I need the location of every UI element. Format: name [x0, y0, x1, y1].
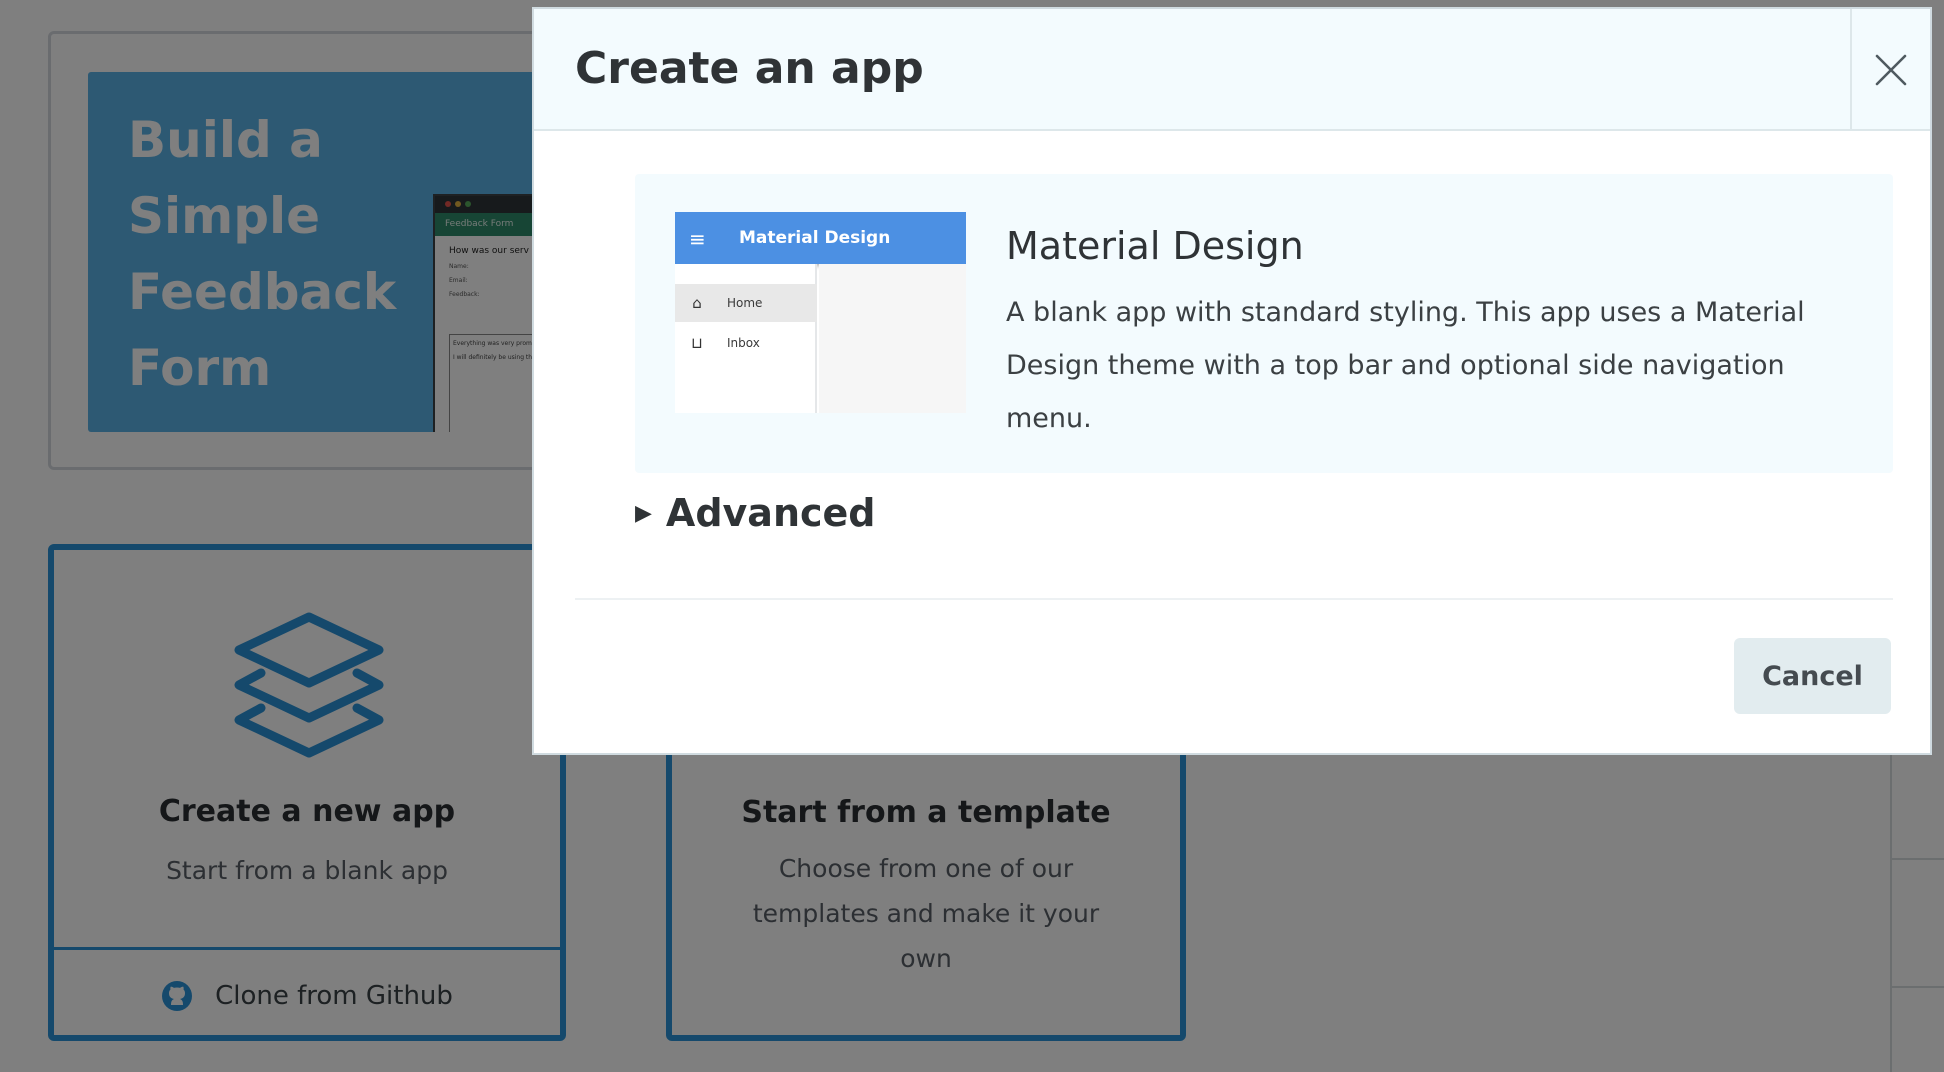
- thumbnail-nav-item: ⌂ Home: [675, 284, 817, 322]
- advanced-toggle[interactable]: ▶ Advanced: [635, 491, 876, 535]
- dialog-title: Create an app: [575, 43, 924, 94]
- cancel-button[interactable]: Cancel: [1734, 638, 1891, 714]
- thumbnail-nav-item: ⊔ Inbox: [675, 324, 817, 362]
- thumbnail-nav-label: Inbox: [727, 336, 760, 350]
- inbox-icon: ⊔: [691, 334, 703, 352]
- dialog-footer-divider: [575, 598, 1893, 600]
- template-description: A blank app with standard styling. This …: [1006, 297, 1805, 434]
- template-name: Material Design: [1006, 224, 1304, 268]
- thumbnail-bar-title: Material Design: [739, 228, 891, 248]
- home-icon: ⌂: [692, 294, 702, 312]
- expand-triangle-icon: ▶: [635, 500, 652, 526]
- dialog-header: Create an app: [534, 9, 1930, 131]
- create-app-dialog: Create an app ≡ Material Design ⌂ Home ⊔…: [532, 7, 1932, 755]
- page: Build a Simple Feedback Form Feedback Fo…: [0, 0, 1944, 1072]
- advanced-label: Advanced: [665, 491, 876, 535]
- thumbnail-content-area: [819, 264, 966, 413]
- template-thumbnail: ≡ Material Design ⌂ Home ⊔ Inbox: [675, 212, 966, 413]
- material-design-template-option[interactable]: ≡ Material Design ⌂ Home ⊔ Inbox Materia…: [635, 174, 1893, 473]
- thumbnail-side-nav: ⌂ Home ⊔ Inbox: [675, 264, 817, 413]
- menu-icon: ≡: [689, 227, 706, 251]
- thumbnail-top-bar: ≡ Material Design: [675, 212, 966, 264]
- close-icon: [1875, 54, 1907, 86]
- close-button[interactable]: [1850, 9, 1930, 131]
- thumbnail-nav-label: Home: [727, 296, 763, 310]
